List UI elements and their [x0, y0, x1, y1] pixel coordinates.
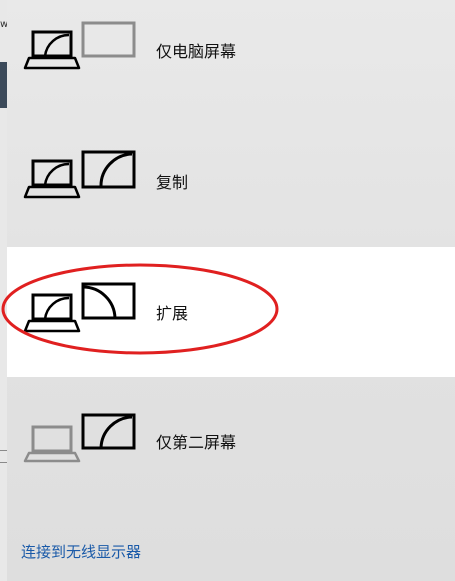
option-second-screen-only[interactable]: 仅第二屏幕	[7, 377, 455, 507]
connect-wireless-display-link[interactable]: 连接到无线显示器	[21, 542, 141, 562]
background-window-edge: w	[0, 0, 8, 581]
option-label: 仅电脑屏幕	[156, 42, 237, 61]
option-label: 复制	[156, 173, 189, 192]
extend-icon	[23, 282, 136, 333]
option-pc-screen-only[interactable]: 仅电脑屏幕	[7, 0, 455, 118]
option-label: 仅第二屏幕	[156, 433, 237, 452]
option-duplicate[interactable]: 复制	[7, 117, 455, 247]
option-label: 扩展	[156, 304, 189, 323]
project-flyout: 仅电脑屏幕 复制 扩展 仅第二屏幕 连接到无线显示器	[7, 0, 455, 581]
background-toolbar	[0, 62, 7, 108]
pc-screen-only-icon	[23, 21, 136, 70]
background-divider	[0, 462, 7, 463]
background-divider	[0, 450, 7, 451]
option-extend[interactable]: 扩展	[7, 247, 455, 377]
second-screen-only-icon	[23, 413, 136, 463]
duplicate-icon	[23, 150, 136, 199]
